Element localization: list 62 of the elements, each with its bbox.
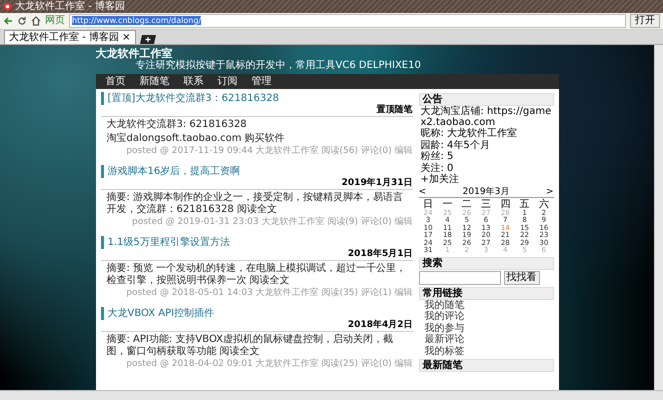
nav-link[interactable]: 新随笔 xyxy=(140,76,170,88)
post-title[interactable]: [置顶]大龙软件交流群3：621816328 xyxy=(100,92,412,105)
post-title[interactable]: 游戏脚本16岁后，提高工资啊 xyxy=(100,165,412,178)
calendar-month: 2019年3月 xyxy=(462,186,510,196)
back-icon[interactable] xyxy=(3,16,13,26)
notice-line: 大龙淘宝店铺: https://gamex2.taobao.com xyxy=(420,107,552,128)
post-date: 2018年5月1日 xyxy=(100,249,412,261)
post-summary: 摘要: 预览 一个发动机的转速，在电脑上模拟调试，超过一千公里，检查引擎，按照说明书保养一次 阅读全文 xyxy=(106,263,408,287)
nav-link[interactable]: 订阅 xyxy=(218,76,238,88)
sidebar-link[interactable]: 我的评论 xyxy=(418,312,554,322)
post-summary: 摘要: API功能: 支持VBOX虚拟机的鼠标键盘控制，启动关闭，截图，窗口句柄获取等功能 阅读全文 xyxy=(106,334,394,358)
notice-line: 粉丝: 5 xyxy=(420,152,454,162)
post-summary: 大龙软件交流群3: 621816328 xyxy=(106,119,248,131)
post-date: 2018年4月2日 xyxy=(100,320,412,332)
nav-link[interactable]: 首页 xyxy=(106,76,126,88)
next-month-link[interactable]: > xyxy=(546,186,554,196)
post-footer: posted @ 2018-05-01 14:03 大龙软件工作室 阅读(35) 评论(1) 编辑 xyxy=(126,287,412,299)
sidebar-link[interactable]: 我的参与 xyxy=(418,324,554,334)
weekday-label: 日 xyxy=(422,198,434,210)
post-date: 2019年1月31日 xyxy=(100,178,412,190)
post-title[interactable]: 1.1级5万里程引擎设置方法 xyxy=(100,236,412,249)
search-field[interactable] xyxy=(418,270,500,284)
blog-title[interactable]: 大龙软件工作室 xyxy=(96,47,558,60)
home-icon[interactable] xyxy=(31,16,41,26)
notice-line: 昵称: 大龙软件工作室 xyxy=(420,129,518,140)
scrollbar[interactable] xyxy=(654,45,663,390)
prev-month-link[interactable]: < xyxy=(418,186,426,196)
window-title: 大龙软件工作室 - 博客园 xyxy=(15,0,125,12)
notice-line: 园龄: 4年5个月 xyxy=(420,140,491,150)
follow-link[interactable]: +加关注 xyxy=(418,175,554,186)
nav-link[interactable]: 联系 xyxy=(184,76,204,88)
section-heading: 搜索 xyxy=(418,256,554,270)
post-footer: posted @ 2018-04-02 09:01 大龙软件工作室 阅读(25) 评论(0) 编辑 xyxy=(126,358,412,370)
sidebar-link[interactable]: 最新评论 xyxy=(418,335,554,346)
sidebar-link[interactable]: 我的随笔 xyxy=(418,300,554,311)
section-heading: 常用链接 xyxy=(418,286,554,300)
post-title[interactable]: 大龙VBOX API控制插件 xyxy=(100,307,412,320)
search-button[interactable]: 找找看 xyxy=(504,270,540,284)
weekday-label: 三 xyxy=(480,198,492,210)
weekday-label: 四 xyxy=(499,198,512,210)
new-tab-icon[interactable] xyxy=(140,35,156,44)
refresh-icon[interactable] xyxy=(17,16,27,26)
notice-line: 关注: 0 xyxy=(420,164,454,174)
post-summary: 摘要: 游戏脚本制作的企业之一，接受定制，按键精灵脚本，易语言开发，交流群：621816328 阅读全文 xyxy=(106,192,404,216)
section-heading: 公告 xyxy=(418,93,554,106)
weekday-label: 六 xyxy=(538,198,550,210)
go-button[interactable]: 打开 xyxy=(630,14,660,28)
blog-subtitle: 专注研究模拟按键于鼠标的开发中，常用工具VC6 DELPHIXE10 xyxy=(136,60,422,72)
weekday-label: 二 xyxy=(460,198,473,210)
post-summary: 淘宝dalongsoft.taobao.com 购买软件 xyxy=(106,133,286,145)
post-date: 置顶随笔 xyxy=(100,105,412,117)
site-label: 网页 xyxy=(45,14,65,28)
browser-tab[interactable]: 大龙软件工作室 - 博客园 × xyxy=(4,30,136,44)
browser-logo-icon xyxy=(3,2,12,11)
post-footer: posted @ 2019-01-31 23:03 大龙软件工作室 阅读(9) 评论(0) 编辑 xyxy=(132,216,412,228)
weekday-label: 一 xyxy=(441,198,454,210)
nav-link[interactable]: 管理 xyxy=(252,76,272,88)
sidebar-link[interactable]: 我的标签 xyxy=(418,346,554,357)
post-footer: posted @ 2017-11-19 09:44 大龙软件工作室 阅读(56) 评论(0) 编辑 xyxy=(126,145,412,157)
weekday-label: 五 xyxy=(518,198,531,210)
section-heading: 最新随笔 xyxy=(418,359,554,372)
address-bar[interactable]: http://www.cnblogs.com/dalong/ xyxy=(69,14,626,28)
